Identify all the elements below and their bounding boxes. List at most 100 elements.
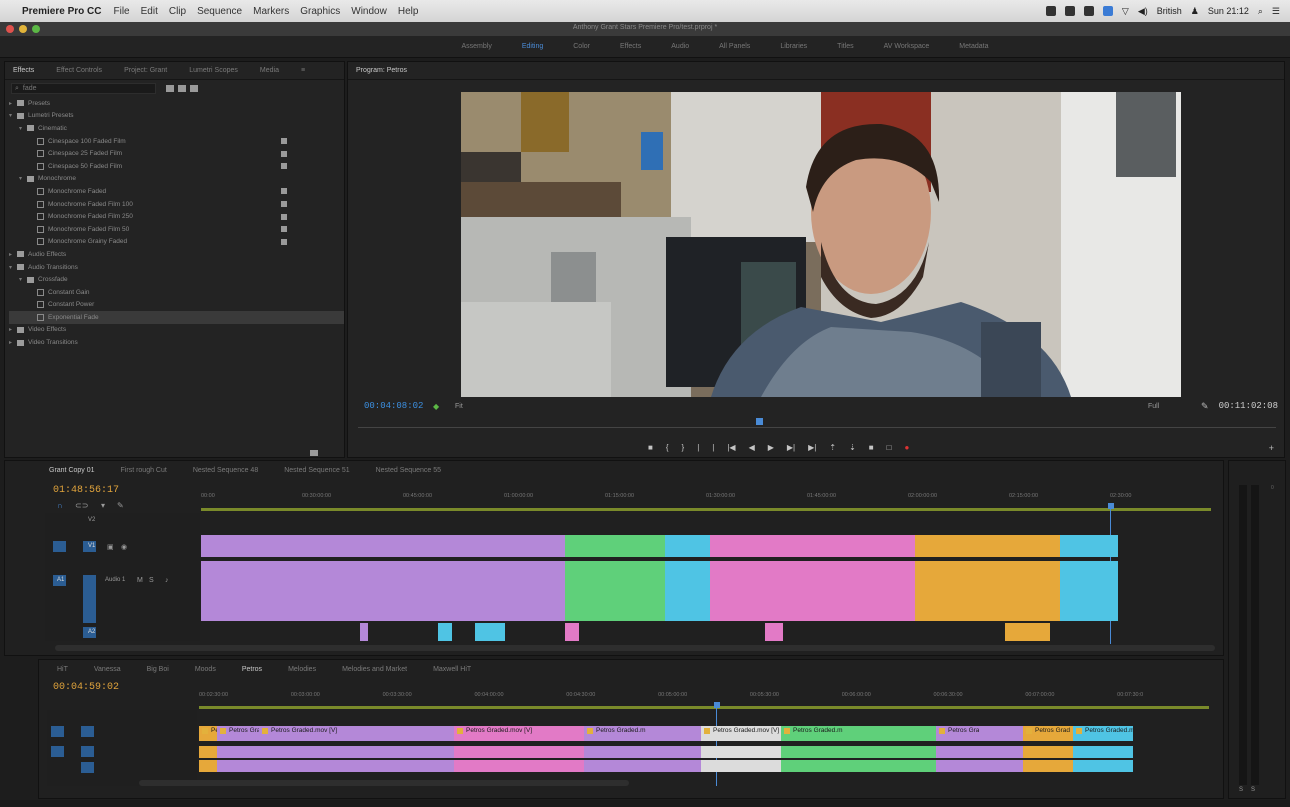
timeline-secondary-timecode[interactable]: 00:04:59:02 — [53, 682, 119, 693]
tab-seq2-2[interactable]: Big Boi — [147, 666, 169, 673]
audio-clip[interactable] — [665, 561, 710, 621]
video-clip[interactable] — [710, 535, 915, 557]
disclosure-triangle-icon[interactable]: ▸ — [9, 339, 17, 346]
video-clip[interactable]: Petros Graded.mov [V] — [701, 726, 781, 741]
audio-clip-a2[interactable] — [475, 623, 505, 641]
video-clip[interactable]: Petros Graded.m — [584, 726, 701, 741]
video-clip[interactable]: Petros Graded.mov [V] — [259, 726, 454, 741]
snap-icon[interactable]: ∩ — [57, 501, 63, 510]
tray-shield-icon[interactable] — [1045, 6, 1056, 16]
effect-item[interactable]: Exponential Fade — [9, 311, 344, 324]
lift-icon[interactable]: ⇡ — [829, 443, 836, 452]
timeline-main-ruler[interactable]: 00:00 00:30:00:00 00:45:00:00 01:00:00:00 01… — [201, 491, 1211, 503]
video-frame[interactable] — [461, 92, 1181, 397]
extract-icon[interactable]: ⇣ — [849, 443, 856, 452]
effects-folder[interactable]: ▸ Video Transitions — [9, 336, 344, 349]
workspace-effects[interactable]: Effects — [620, 43, 641, 50]
disclosure-triangle-icon[interactable]: ▸ — [9, 100, 17, 107]
timeline-secondary-ruler[interactable]: 00:02:30:00 00:03:00:00 00:03:30:00 00:04:0… — [199, 690, 1209, 702]
program-current-timecode[interactable]: 00:04:08:02 — [364, 401, 423, 411]
audio-clip[interactable] — [201, 561, 415, 621]
audio-clip[interactable] — [565, 561, 665, 621]
timeline-settings-icon[interactable]: ✎ — [117, 501, 124, 510]
tab-effect-controls[interactable]: Effect Controls — [56, 67, 102, 74]
track-solo-icon[interactable]: S — [149, 577, 154, 584]
audio-clip[interactable] — [936, 746, 1023, 758]
seq2-v1-source-patch[interactable] — [51, 726, 64, 737]
tab-seq2-1[interactable]: Vanessa — [94, 666, 121, 673]
record-icon[interactable]: ● — [904, 443, 909, 452]
audio-clip[interactable] — [217, 746, 259, 758]
video-clip[interactable]: Petros Graded.mov [V] — [217, 726, 259, 741]
audio-clip[interactable] — [454, 746, 584, 758]
effects-folder[interactable]: ▾ Monochrome — [9, 173, 344, 186]
settings-wrench-icon[interactable]: ✎ — [1201, 401, 1209, 412]
effects-folder[interactable]: ▾ Crossfade — [9, 273, 344, 286]
effect-item[interactable]: Constant Gain — [9, 286, 344, 299]
effects-folder[interactable]: ▾ Audio Transitions — [9, 261, 344, 274]
audio-clip[interactable] — [259, 760, 454, 772]
disclosure-triangle-icon[interactable]: ▸ — [9, 326, 17, 333]
tab-seq-first-rough-cut[interactable]: First rough Cut — [121, 467, 167, 474]
audio-clip[interactable] — [584, 760, 701, 772]
disclosure-triangle-icon[interactable]: ▾ — [9, 112, 17, 119]
effects-folder[interactable]: ▸ Presets — [9, 97, 344, 110]
video-clip[interactable] — [565, 535, 665, 557]
audio-clip[interactable] — [781, 760, 936, 772]
program-scrub-bar[interactable] — [358, 420, 1276, 428]
volume-icon[interactable]: ◀) — [1138, 6, 1148, 17]
tab-project[interactable]: Project: Grant — [124, 67, 167, 74]
video-clip[interactable]: Petros Grad — [1023, 726, 1073, 741]
tab-seq2-6[interactable]: Melodies and Market — [342, 666, 407, 673]
go-to-next-edit-icon[interactable]: ▶| — [808, 443, 816, 452]
timeline-main-scrollbar[interactable] — [55, 645, 1215, 651]
disclosure-triangle-icon[interactable]: ▾ — [9, 264, 17, 271]
seq2-a1-target[interactable] — [81, 746, 94, 757]
timeline-secondary-playhead[interactable] — [714, 702, 720, 708]
effect-item[interactable]: Constant Power — [9, 299, 344, 312]
linked-selection-icon[interactable]: ⊂⊃ — [75, 501, 88, 510]
tab-seq2-0[interactable]: HiT — [57, 666, 68, 673]
clock[interactable]: Sun 21:12 — [1208, 6, 1249, 16]
effect-item[interactable]: Monochrome Faded Film 250 — [9, 210, 344, 223]
32bit-filter-icon[interactable] — [178, 85, 186, 92]
user-icon[interactable]: ♟ — [1191, 6, 1199, 17]
audio-clip[interactable] — [1073, 746, 1133, 758]
disclosure-triangle-icon[interactable]: ▾ — [19, 175, 27, 182]
timeline-secondary-work-area[interactable] — [199, 706, 1209, 709]
menu-markers[interactable]: Markers — [253, 6, 289, 17]
add-button-icon[interactable]: + — [1269, 443, 1274, 453]
tab-seq2-4[interactable]: Petros — [242, 666, 262, 673]
audio-clip[interactable] — [1023, 746, 1073, 758]
export-frame-icon[interactable]: ■ — [869, 443, 874, 452]
video-clip[interactable] — [915, 535, 1060, 557]
mark-in-icon[interactable]: { — [666, 443, 669, 452]
menu-file[interactable]: File — [113, 6, 129, 17]
audio-clip[interactable] — [915, 561, 1060, 621]
audio-clip[interactable] — [454, 760, 584, 772]
audio-clip-a2[interactable] — [360, 623, 368, 641]
menu-graphics[interactable]: Graphics — [300, 6, 340, 17]
tab-seq2-5[interactable]: Melodies — [288, 666, 316, 673]
seq2-a1-source-patch[interactable] — [51, 746, 64, 757]
track-v1-source-patch[interactable] — [53, 541, 66, 552]
video-clip[interactable]: Petros Gra — [936, 726, 1023, 741]
menu-window[interactable]: Window — [351, 6, 387, 17]
menu-sequence[interactable]: Sequence — [197, 6, 242, 17]
play-icon[interactable]: ▶ — [768, 443, 774, 452]
seq2-a2-target[interactable] — [81, 762, 94, 773]
workspace-color[interactable]: Color — [573, 43, 590, 50]
resolution-select[interactable]: Full — [1148, 403, 1159, 410]
disclosure-triangle-icon[interactable]: ▸ — [9, 251, 17, 258]
tab-seq-nested-48[interactable]: Nested Sequence 48 — [193, 467, 258, 474]
wifi-icon[interactable]: ▽ — [1122, 6, 1129, 17]
track-eye-icon[interactable]: ◉ — [121, 543, 127, 551]
menu-edit[interactable]: Edit — [141, 6, 158, 17]
input-language[interactable]: British — [1157, 6, 1182, 16]
app-name-menu[interactable]: Premiere Pro CC — [22, 6, 101, 17]
go-to-in-icon[interactable]: | — [697, 443, 699, 452]
yuv-filter-icon[interactable] — [190, 85, 198, 92]
spotlight-search-icon[interactable]: ⌕ — [1258, 6, 1263, 17]
meter-solo-right[interactable]: S — [1251, 787, 1255, 793]
menu-help[interactable]: Help — [398, 6, 419, 17]
